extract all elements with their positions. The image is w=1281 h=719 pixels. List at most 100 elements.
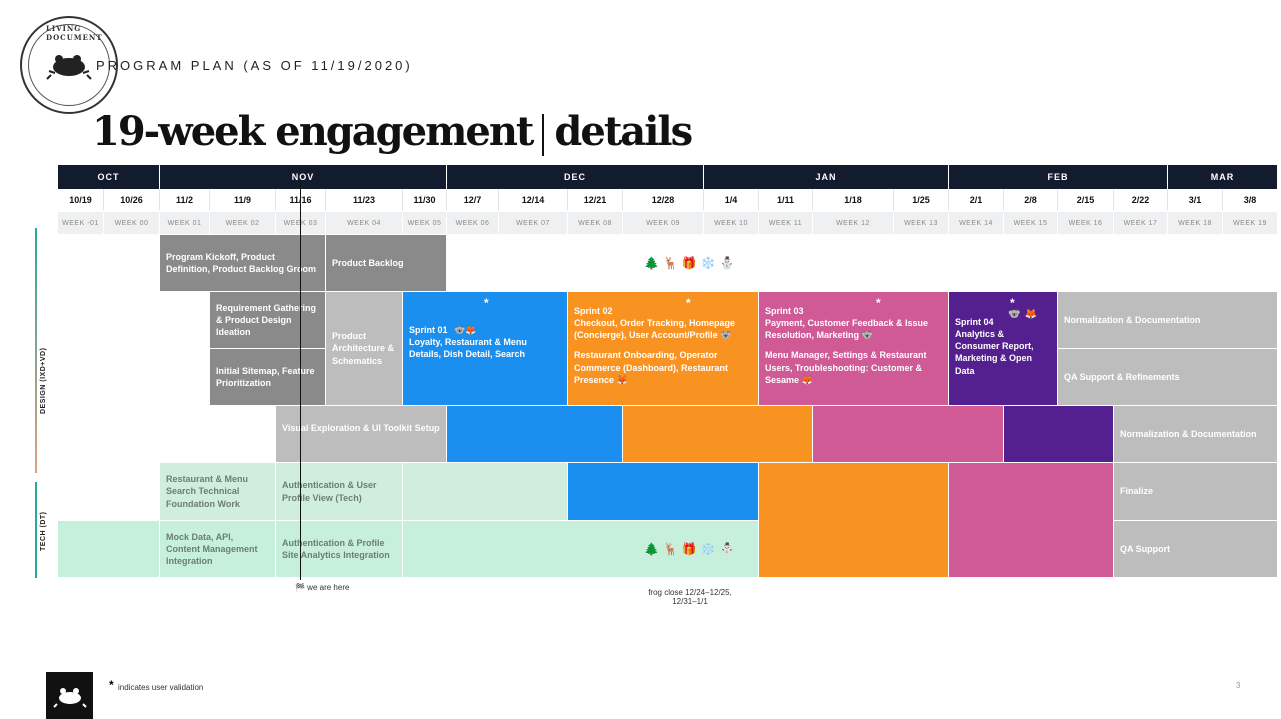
tech-sprint-01-block: [403, 463, 568, 521]
date-cell: 12/14: [499, 189, 568, 211]
page-subtitle: PROGRAM PLAN (AS OF 11/19/2020): [96, 58, 413, 73]
page-title: 19-week engagement details: [92, 108, 693, 156]
normalization-block-1: Normalization & Documentation: [1058, 292, 1277, 349]
sprint-03-block: Sprint 03 Payment, Customer Feedback & I…: [759, 292, 949, 406]
sprint-01-visual-block: [447, 406, 623, 463]
date-cell: 12/21: [568, 189, 623, 211]
tech-foundation-block: Restaurant & Menu Search Technical Found…: [160, 463, 276, 521]
sprint-03-visual-block: [813, 406, 1004, 463]
month-header: NOV: [160, 165, 447, 189]
tech-sprint-02-block: [759, 463, 949, 578]
week-cell: WEEK 16: [1058, 212, 1114, 234]
week-cell: WEEK 03: [276, 212, 326, 234]
month-header: MAR: [1168, 165, 1277, 189]
date-cell: 2/22: [1114, 189, 1168, 211]
week-cell: WEEK 17: [1114, 212, 1168, 234]
week-cell: WEEK 13: [894, 212, 949, 234]
week-cell: WEEK 12: [813, 212, 894, 234]
month-header: FEB: [949, 165, 1168, 189]
tech-early-block: [58, 521, 160, 578]
date-cell: 3/8: [1223, 189, 1277, 211]
sprint-03-title: Sprint 03: [765, 306, 804, 316]
week-cell: WEEK 18: [1168, 212, 1223, 234]
sitemap-block: Initial Sitemap, Feature Prioritization: [210, 349, 326, 406]
week-cell: WEEK 09: [623, 212, 704, 234]
tech-sprint-01-dev-block: [568, 463, 759, 521]
visual-exploration-block: Visual Exploration & UI Toolkit Setup: [276, 406, 447, 463]
date-cell: 12/28: [623, 189, 704, 211]
week-cell: WEEK 19: [1223, 212, 1277, 234]
footnote-star: *: [109, 678, 114, 692]
mock-data-block: Mock Data, API, Content Management Integ…: [160, 521, 276, 578]
normalization-block-2: Normalization & Documentation: [1114, 406, 1277, 463]
backlog-block: Product Backlog: [326, 235, 447, 292]
date-cell: 2/15: [1058, 189, 1114, 211]
we-are-here-line: [300, 180, 301, 580]
date-cell: 2/1: [949, 189, 1004, 211]
track-label-design: DESIGN (IXD+VD): [40, 347, 47, 414]
date-cell: 1/18: [813, 189, 894, 211]
week-cell: WEEK 11: [759, 212, 813, 234]
tech-track-line: [35, 482, 37, 578]
we-are-here-label: 🏁 we are here: [295, 583, 350, 592]
sprint-04-title: Sprint 04: [955, 317, 994, 327]
holiday-icons: 🌲🦌🎁❄️⛄: [644, 542, 739, 556]
tech-sprint-03-block: [949, 463, 1114, 578]
auth-profile-block: Authentication & Profile Site Analytics …: [276, 521, 403, 578]
sprint-04-visual-block: [1004, 406, 1114, 463]
sprint-02-visual-block: [623, 406, 813, 463]
sprint-02-block: Sprint 02 Checkout, Order Tracking, Home…: [568, 292, 759, 406]
title-divider: [542, 114, 545, 156]
track-label-tech: TECH (DT): [40, 511, 47, 552]
month-header: JAN: [704, 165, 949, 189]
sprint-02-body-1: Checkout, Order Tracking, Homepage (Conc…: [574, 318, 736, 341]
frog-logo-icon: [46, 672, 93, 719]
sprint-02-body-2: Restaurant Onboarding, Operator Commerce…: [574, 350, 729, 385]
sprint-04-emojis: 🐨🦊: [1008, 309, 1041, 320]
date-cell: 11/9: [210, 189, 276, 211]
sprint-04-body: Analytics & Consumer Report, Marketing &…: [955, 329, 1034, 376]
user-validation-star: *: [876, 296, 881, 310]
page-number: 3: [1236, 681, 1241, 690]
user-validation-star: *: [484, 296, 489, 310]
title-main: 19-week engagement: [92, 108, 534, 155]
finalize-block: Finalize: [1114, 463, 1277, 521]
stamp-text: LIVING DOCUMENT: [46, 24, 103, 42]
user-validation-star: *: [686, 296, 691, 310]
week-cell: WEEK 00: [104, 212, 160, 234]
week-cell: WEEK 14: [949, 212, 1004, 234]
date-cell: 2/8: [1004, 189, 1058, 211]
sprint-01-title: Sprint 01: [409, 325, 448, 335]
sprint-04-block: Sprint 04 Analytics & Consumer Report, M…: [949, 292, 1058, 406]
date-cell: 11/2: [160, 189, 210, 211]
footnote-text: indicates user validation: [118, 683, 204, 692]
architecture-block: Product Architecture & Schematics: [326, 292, 403, 406]
requirements-block: Requirement Gathering & Product Design I…: [210, 292, 326, 349]
holiday-icons: 🌲🦌🎁❄️⛄: [644, 256, 739, 270]
date-cell: 11/23: [326, 189, 403, 211]
sprint-01-emojis: 🐨🦊: [454, 325, 477, 335]
sprint-03-body-2: Menu Manager, Settings & Restaurant User…: [765, 350, 927, 385]
date-cell: 10/26: [104, 189, 160, 211]
week-cell: WEEK 01: [160, 212, 210, 234]
week-cell: WEEK 04: [326, 212, 403, 234]
date-cell: 1/25: [894, 189, 949, 211]
frog-close-note: frog close 12/24–12/25, 12/31–1/1: [648, 588, 732, 606]
week-cell: WEEK 07: [499, 212, 568, 234]
week-cell: WEEK -01: [58, 212, 104, 234]
month-header: DEC: [447, 165, 704, 189]
date-cell: 11/30: [403, 189, 447, 211]
month-header: OCT: [58, 165, 160, 189]
date-cell: 1/11: [759, 189, 813, 211]
user-validation-star: *: [1010, 296, 1015, 310]
qa-refinements-block: QA Support & Refinements: [1058, 349, 1277, 406]
week-cell: WEEK 06: [447, 212, 499, 234]
week-cell: WEEK 02: [210, 212, 276, 234]
week-cell: WEEK 05: [403, 212, 447, 234]
date-cell: 11/16: [276, 189, 326, 211]
qa-support-block: QA Support: [1114, 521, 1277, 578]
date-cell: 1/4: [704, 189, 759, 211]
auth-user-block: Authentication & User Profile View (Tech…: [276, 463, 403, 521]
title-detail: details: [554, 108, 693, 155]
sprint-01-body: Loyalty, Restaurant & Menu Details, Dish…: [409, 337, 527, 360]
